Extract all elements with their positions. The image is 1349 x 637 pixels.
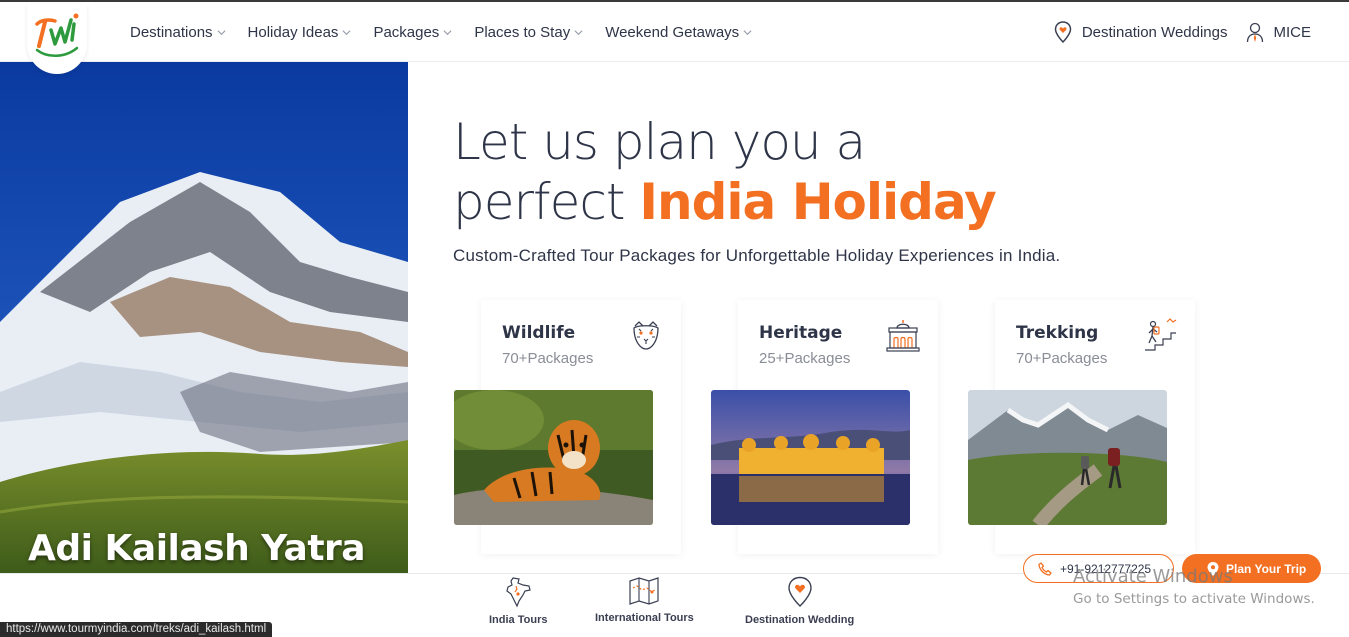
nav-weekend-getaways[interactable]: Weekend Getaways (605, 24, 752, 41)
header-right-links: Destination Weddings MICE (1036, 2, 1311, 62)
nav-places-to-stay[interactable]: Places to Stay (474, 24, 583, 41)
trek-image (968, 390, 1167, 525)
chevron-down-icon (217, 29, 226, 35)
nav-label: Weekend Getaways (605, 23, 740, 41)
headline-line-1: Let us plan you a (453, 113, 866, 171)
destination-weddings-label: Destination Weddings (1081, 23, 1228, 41)
card-title: Trekking (1016, 323, 1099, 343)
trekking-hikers-photo[interactable] (968, 390, 1167, 525)
card-count: 70+Packages (1016, 350, 1108, 367)
nav-label: Places to Stay (474, 23, 571, 41)
hiker-icon (1145, 318, 1177, 351)
bottom-tab-international-tours[interactable]: International Tours (595, 576, 694, 624)
bottom-tab-label: India Tours (489, 614, 548, 626)
destination-weddings-link[interactable]: Destination Weddings (1054, 21, 1228, 43)
hero-headline: Let us plan you a perfect India Holiday (453, 112, 997, 232)
jal-mahal-image (711, 390, 910, 525)
india-map-icon (506, 577, 531, 608)
main-nav: Destinations Holiday Ideas Packages Plac… (130, 2, 774, 62)
world-map-icon (629, 577, 660, 605)
tiger-icon (633, 321, 659, 350)
chevron-down-icon (342, 29, 351, 35)
mice-link[interactable]: MICE (1246, 21, 1312, 43)
card-title: Heritage (759, 323, 843, 343)
phone-icon (1038, 561, 1052, 576)
site-header: Destinations Holiday Ideas Packages Plac… (0, 2, 1349, 62)
nav-holiday-ideas[interactable]: Holiday Ideas (248, 24, 352, 41)
hero-caption[interactable]: Adi Kailash Yatra (28, 528, 366, 569)
bottom-tab-label: Destination Wedding (745, 614, 855, 626)
card-count: 70+Packages (502, 350, 594, 367)
location-heart-icon (1054, 21, 1072, 43)
chevron-down-icon (743, 29, 752, 35)
mountain-image (0, 62, 408, 573)
nav-label: Destinations (130, 23, 213, 41)
chevron-down-icon (443, 29, 452, 35)
windows-activation-watermark: Activate Windows Go to Settings to activ… (1073, 566, 1315, 607)
nav-packages[interactable]: Packages (373, 24, 452, 41)
nav-label: Holiday Ideas (247, 23, 339, 41)
watermark-line-1: Activate Windows (1073, 566, 1233, 587)
nav-label: Packages (373, 23, 440, 41)
chevron-down-icon (574, 29, 583, 35)
status-bar-url: https://www.tourmyindia.com/treks/adi_ka… (0, 622, 273, 637)
card-count: 25+Packages (759, 350, 851, 367)
site-logo[interactable] (27, 4, 87, 74)
hero-subline: Custom-Crafted Tour Packages for Unforge… (453, 246, 1061, 265)
bottom-tab-india-tours[interactable]: India Tours (489, 576, 547, 626)
headline-accent: India Holiday (639, 173, 996, 231)
headline-line-2: perfect India Holiday (453, 172, 997, 232)
bottom-tab-label: International Tours (595, 612, 694, 624)
tiger-image (454, 390, 653, 525)
wildlife-tiger-photo[interactable] (454, 390, 653, 525)
card-title: Wildlife (502, 323, 576, 343)
heritage-palace-photo[interactable] (711, 390, 910, 525)
tmi-logo-icon (35, 13, 79, 57)
mice-label: MICE (1273, 23, 1312, 41)
bottom-tab-destination-wedding[interactable]: Destination Wedding (745, 576, 854, 626)
palace-icon (886, 320, 920, 352)
nav-destinations[interactable]: Destinations (130, 24, 226, 41)
person-icon (1246, 22, 1263, 43)
watermark-line-2: Go to Settings to activate Windows. (1073, 591, 1315, 607)
hero-image-adi-kailash[interactable] (0, 62, 408, 573)
headline-prefix: perfect (453, 173, 626, 231)
location-heart-icon (787, 576, 812, 607)
